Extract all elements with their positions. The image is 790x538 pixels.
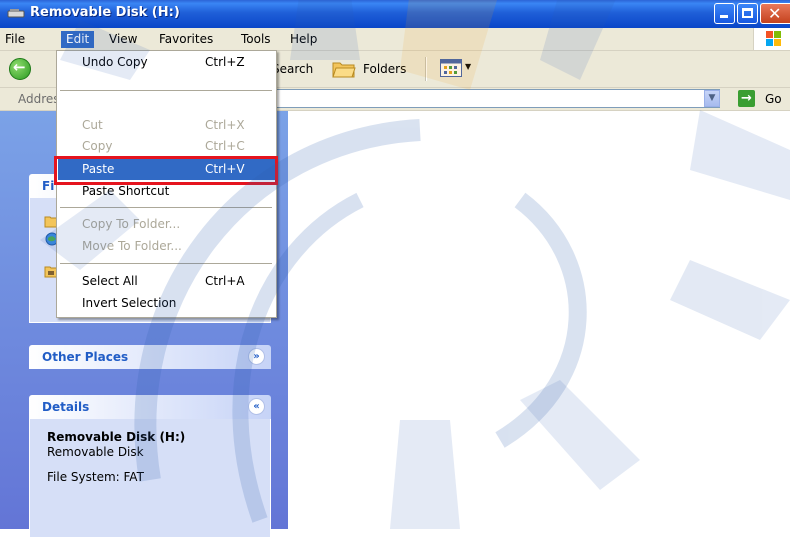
minimize-button[interactable]: [714, 3, 735, 24]
menu-help[interactable]: Help: [285, 31, 322, 48]
title-bar: Removable Disk (H:) ✕: [0, 0, 790, 28]
paste-shortcut: Ctrl+V: [205, 162, 245, 176]
menu-item-paste[interactable]: Paste Ctrl+V: [58, 159, 275, 180]
menu-item-cut[interactable]: Cut Ctrl+X: [58, 115, 275, 136]
details-header[interactable]: Details «: [29, 395, 271, 419]
menu-item-paste-shortcut[interactable]: Paste Shortcut: [58, 181, 275, 202]
folders-icon: [332, 62, 356, 78]
menu-bar: File Edit View Favorites Tools Help: [0, 28, 790, 51]
paste-shortcut-label: Paste Shortcut: [82, 184, 170, 198]
details-title: Details: [42, 400, 90, 414]
go-arrow-icon[interactable]: →: [738, 90, 755, 107]
menu-item-invert-selection[interactable]: Invert Selection: [58, 293, 275, 314]
edit-menu-dropdown: Undo Copy Ctrl+Z Cut Ctrl+X Copy Ctrl+C …: [56, 50, 277, 318]
invert-selection-label: Invert Selection: [82, 296, 177, 310]
details-panel: Details « Removable Disk (H:) Removable …: [29, 395, 271, 538]
other-places-header[interactable]: Other Places »: [29, 345, 271, 369]
minimize-icon: [720, 15, 728, 18]
window-title: Removable Disk (H:): [30, 5, 180, 20]
menu-item-undo-copy[interactable]: Undo Copy Ctrl+Z: [58, 52, 275, 73]
windows-flag-icon: [766, 31, 781, 46]
undo-shortcut: Ctrl+Z: [205, 55, 245, 69]
menu-edit[interactable]: Edit: [61, 31, 95, 48]
go-button[interactable]: Go: [765, 92, 782, 106]
menu-view[interactable]: View: [104, 31, 142, 48]
copy-shortcut: Ctrl+C: [205, 139, 245, 153]
cut-label: Cut: [82, 118, 103, 132]
menu-favorites[interactable]: Favorites: [154, 31, 218, 48]
menu-item-select-all[interactable]: Select All Ctrl+A: [58, 271, 275, 292]
details-drive-type: Removable Disk: [47, 445, 144, 459]
menu-separator: [60, 263, 272, 264]
back-button[interactable]: ←: [9, 58, 31, 80]
search-button[interactable]: Search: [272, 62, 313, 76]
select-all-label: Select All: [82, 274, 138, 288]
copy-to-folder-label: Copy To Folder...: [82, 217, 181, 231]
collapse-chevron-icon[interactable]: «: [248, 398, 265, 415]
close-button[interactable]: ✕: [760, 3, 790, 24]
close-icon: ✕: [768, 4, 782, 23]
maximize-button[interactable]: [737, 3, 758, 24]
expand-chevron-icon[interactable]: »: [248, 348, 265, 365]
other-places-panel: Other Places »: [29, 345, 271, 369]
menu-item-copy[interactable]: Copy Ctrl+C: [58, 136, 275, 157]
removable-disk-icon: [7, 9, 25, 18]
toolbar-separator: [425, 57, 427, 81]
menu-file[interactable]: File: [0, 31, 30, 48]
menu-tools[interactable]: Tools: [236, 31, 276, 48]
menu-item-move-to-folder[interactable]: Move To Folder...: [58, 236, 275, 257]
address-dropdown-icon[interactable]: ▼: [704, 90, 720, 107]
views-icon[interactable]: [440, 59, 462, 77]
file-tasks-title: Fi: [42, 179, 55, 193]
menu-separator: [60, 90, 272, 91]
move-to-folder-label: Move To Folder...: [82, 239, 182, 253]
views-dropdown-icon[interactable]: ▼: [465, 62, 471, 71]
folders-button[interactable]: Folders: [363, 62, 406, 76]
maximize-icon: [742, 8, 753, 18]
details-drive-name: Removable Disk (H:): [47, 430, 186, 444]
cut-shortcut: Ctrl+X: [205, 118, 245, 132]
details-file-system: File System: FAT: [47, 470, 144, 484]
details-body: Removable Disk (H:) Removable Disk File …: [29, 419, 271, 538]
windows-logo: [753, 28, 790, 50]
select-all-shortcut: Ctrl+A: [205, 274, 245, 288]
other-places-title: Other Places: [42, 350, 129, 364]
back-arrow-icon: ←: [13, 58, 26, 76]
menu-item-copy-to-folder[interactable]: Copy To Folder...: [58, 214, 275, 235]
copy-label: Copy: [82, 139, 113, 153]
menu-separator: [60, 207, 272, 208]
paste-label: Paste: [82, 162, 115, 176]
undo-label: Undo Copy: [82, 55, 148, 69]
